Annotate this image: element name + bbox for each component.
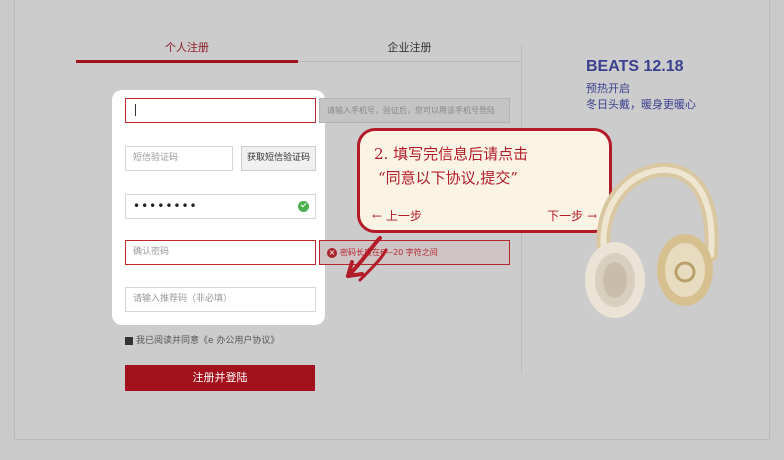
agree-checkbox[interactable] xyxy=(125,336,133,345)
promo-subtitle: 预热开启 xyxy=(586,82,630,95)
promo-title: BEATS 12.18 xyxy=(586,58,684,75)
password-input[interactable]: •••••••• xyxy=(125,194,316,219)
phone-hint: 请输入手机号，验证后，您可以用该手机号登陆 xyxy=(319,98,510,123)
register-and-login-button[interactable]: 注册并登陆 xyxy=(125,365,315,391)
sms-code-input[interactable]: 短信验证码 xyxy=(125,146,233,171)
tab-active-indicator xyxy=(76,60,298,63)
error-x-icon: × xyxy=(327,248,337,258)
agreement-row: 我已阅读并同意《e 办公用户协议》 xyxy=(125,333,279,346)
arrow-left-icon: ← xyxy=(372,209,383,223)
callout-prev-step[interactable]: ← 上一步 xyxy=(372,207,422,224)
confirm-password-input[interactable]: 确认密码 xyxy=(125,240,316,265)
promo-tagline: 冬日头戴，暖身更暖心 xyxy=(586,98,696,111)
callout-line2: “同意以下协议,提交” xyxy=(378,169,519,187)
phone-input[interactable] xyxy=(125,98,316,123)
callout-line1: 2. 填写完信息后请点击 xyxy=(374,145,529,163)
headphones-image xyxy=(585,162,719,318)
agreement-text[interactable]: 我已阅读并同意《e 办公用户协议》 xyxy=(136,336,279,346)
tab-personal-registration[interactable]: 个人注册 xyxy=(76,38,298,62)
callout-pointer-arrow xyxy=(346,236,388,282)
tutorial-callout: 2. 填写完信息后请点击 “同意以下协议,提交” ← 上一步 下一步 → xyxy=(357,128,612,233)
get-sms-code-button[interactable]: 获取短信验证码 xyxy=(241,146,316,171)
tab-enterprise-registration[interactable]: 企业注册 xyxy=(298,38,521,62)
callout-prev-label: 上一步 xyxy=(385,209,422,223)
text-caret xyxy=(135,103,136,116)
password-value: •••••••• xyxy=(133,199,198,213)
referral-code-input[interactable]: 请输入推荐码（非必填） xyxy=(125,287,316,312)
check-circle-icon xyxy=(298,201,309,212)
